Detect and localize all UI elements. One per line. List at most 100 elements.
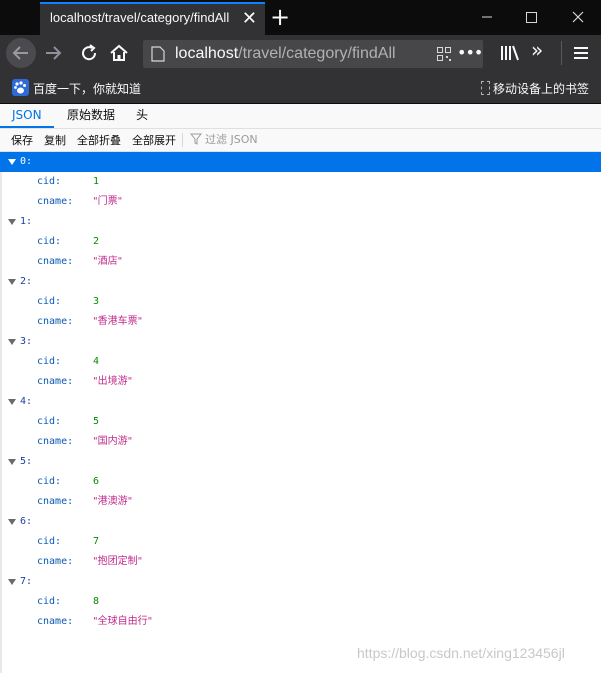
key-cid: cid: — [37, 536, 62, 547]
expand-triangle-icon[interactable] — [8, 519, 16, 525]
value-cname: "出境游" — [93, 376, 133, 387]
toolbar-separator — [182, 133, 183, 147]
home-button[interactable] — [106, 40, 132, 66]
tab-strip: localhost/travel/category/findAll ✕ + — [0, 0, 601, 35]
qr-code-icon[interactable] — [437, 47, 451, 61]
back-arrow-icon — [12, 46, 28, 60]
expand-triangle-icon[interactable] — [8, 279, 16, 285]
key-cname: cname: — [37, 376, 74, 387]
tree-row-index[interactable]: 6: — [0, 512, 601, 532]
expand-triangle-icon[interactable] — [8, 219, 16, 225]
tab-raw-data[interactable]: 原始数据 — [55, 104, 127, 128]
maximize-icon — [526, 12, 537, 23]
key-cname: cname: — [37, 616, 74, 627]
mobile-bookmarks-label: 移动设备上的书签 — [493, 82, 590, 96]
tree-row-cid[interactable]: cid: 8 — [0, 592, 601, 612]
tab-headers[interactable]: 头 — [124, 104, 160, 128]
expand-triangle-icon[interactable] — [8, 339, 16, 345]
tree-row-cname[interactable]: cname: "抱团定制" — [0, 552, 601, 572]
minimize-button[interactable] — [472, 6, 502, 28]
value-cname: "全球自由行" — [93, 616, 153, 627]
maximize-button[interactable] — [516, 6, 546, 28]
tree-row-index[interactable]: 0: — [0, 152, 601, 172]
close-window-button[interactable] — [563, 6, 593, 28]
tree-row-index[interactable]: 2: — [0, 272, 601, 292]
item-index: 0: — [20, 156, 33, 167]
url-path: /travel/category/findAll — [238, 45, 396, 62]
tree-row-cid[interactable]: cid: 3 — [0, 292, 601, 312]
value-cname: "酒店" — [93, 256, 123, 267]
bookmarks-bar: 百度一下，你就知道 移动设备上的书签 — [0, 72, 601, 104]
item-index: 7: — [20, 576, 33, 587]
tree-row-cid[interactable]: cid: 2 — [0, 232, 601, 252]
page-icon — [151, 46, 165, 62]
new-tab-button[interactable]: + — [270, 4, 290, 30]
tree-row-index[interactable]: 5: — [0, 452, 601, 472]
key-cid: cid: — [37, 476, 62, 487]
key-cid: cid: — [37, 356, 62, 367]
tree-row-cname[interactable]: cname: "酒店" — [0, 252, 601, 272]
value-cid: 2 — [93, 236, 100, 247]
filter-input[interactable] — [205, 131, 365, 148]
overflow-menu-button[interactable]: » — [531, 38, 543, 62]
value-cname: "国内游" — [93, 436, 133, 447]
json-tree: 0: cid: 1 cname: "门票" 1: cid: 2 cname: "酒店" … — [0, 152, 601, 632]
forward-button[interactable] — [40, 40, 66, 66]
expand-triangle-icon[interactable] — [8, 579, 16, 585]
tree-row-cname[interactable]: cname: "香港车票" — [0, 312, 601, 332]
tab-title: localhost/travel/category/findAll — [50, 10, 230, 25]
tree-row-cid[interactable]: cid: 6 — [0, 472, 601, 492]
tree-row-index[interactable]: 7: — [0, 572, 601, 592]
save-button[interactable]: 保存 — [11, 132, 33, 148]
key-cname: cname: — [37, 196, 74, 207]
bookmark-baidu-label: 百度一下，你就知道 — [33, 82, 142, 96]
expand-triangle-icon[interactable] — [8, 399, 16, 405]
page-actions-button[interactable]: ••• — [457, 43, 483, 62]
value-cname: "门票" — [93, 196, 123, 207]
browser-tab[interactable]: localhost/travel/category/findAll ✕ — [40, 2, 265, 35]
tree-row-cname[interactable]: cname: "全球自由行" — [0, 612, 601, 632]
collapse-all-button[interactable]: 全部折叠 — [77, 132, 121, 148]
back-button[interactable] — [6, 38, 36, 68]
baidu-paw-icon — [12, 79, 29, 96]
hamburger-menu-button[interactable] — [570, 42, 592, 64]
tree-row-cname[interactable]: cname: "门票" — [0, 192, 601, 212]
tree-row-cid[interactable]: cid: 1 — [0, 172, 601, 192]
value-cid: 1 — [93, 176, 100, 187]
library-button[interactable] — [498, 41, 522, 65]
tree-row-cname[interactable]: cname: "出境游" — [0, 372, 601, 392]
tree-row-cid[interactable]: cid: 7 — [0, 532, 601, 552]
tab-close-icon[interactable]: ✕ — [242, 7, 257, 31]
copy-button[interactable]: 复制 — [44, 132, 66, 148]
reload-button[interactable] — [76, 40, 102, 66]
expand-triangle-icon[interactable] — [8, 459, 16, 465]
key-cname: cname: — [37, 256, 74, 267]
toolbar-divider — [561, 41, 562, 65]
library-icon — [501, 45, 519, 61]
key-cid: cid: — [37, 596, 62, 607]
item-index: 4: — [20, 396, 33, 407]
item-index: 2: — [20, 276, 33, 287]
item-index: 1: — [20, 216, 33, 227]
tree-row-cid[interactable]: cid: 4 — [0, 352, 601, 372]
filter-json — [190, 131, 370, 148]
value-cid: 5 — [93, 416, 100, 427]
tree-row-cid[interactable]: cid: 5 — [0, 412, 601, 432]
key-cname: cname: — [37, 436, 74, 447]
reload-icon — [82, 44, 97, 61]
value-cname: "香港车票" — [93, 316, 143, 327]
navigation-bar: localhost/travel/category/findAll ••• » — [0, 35, 601, 72]
json-toolbar: 保存 复制 全部折叠 全部展开 — [0, 129, 601, 152]
tree-row-cname[interactable]: cname: "港澳游" — [0, 492, 601, 512]
tree-row-cname[interactable]: cname: "国内游" — [0, 432, 601, 452]
tree-row-index[interactable]: 4: — [0, 392, 601, 412]
expand-all-button[interactable]: 全部展开 — [132, 132, 176, 148]
tab-json[interactable]: JSON — [0, 104, 54, 128]
tree-row-index[interactable]: 3: — [0, 332, 601, 352]
url-bar[interactable]: localhost/travel/category/findAll ••• — [143, 40, 483, 68]
item-index: 3: — [20, 336, 33, 347]
url-text: localhost/travel/category/findAll — [175, 45, 396, 63]
expand-triangle-icon[interactable] — [8, 159, 16, 165]
tree-row-index[interactable]: 1: — [0, 212, 601, 232]
key-cid: cid: — [37, 416, 62, 427]
